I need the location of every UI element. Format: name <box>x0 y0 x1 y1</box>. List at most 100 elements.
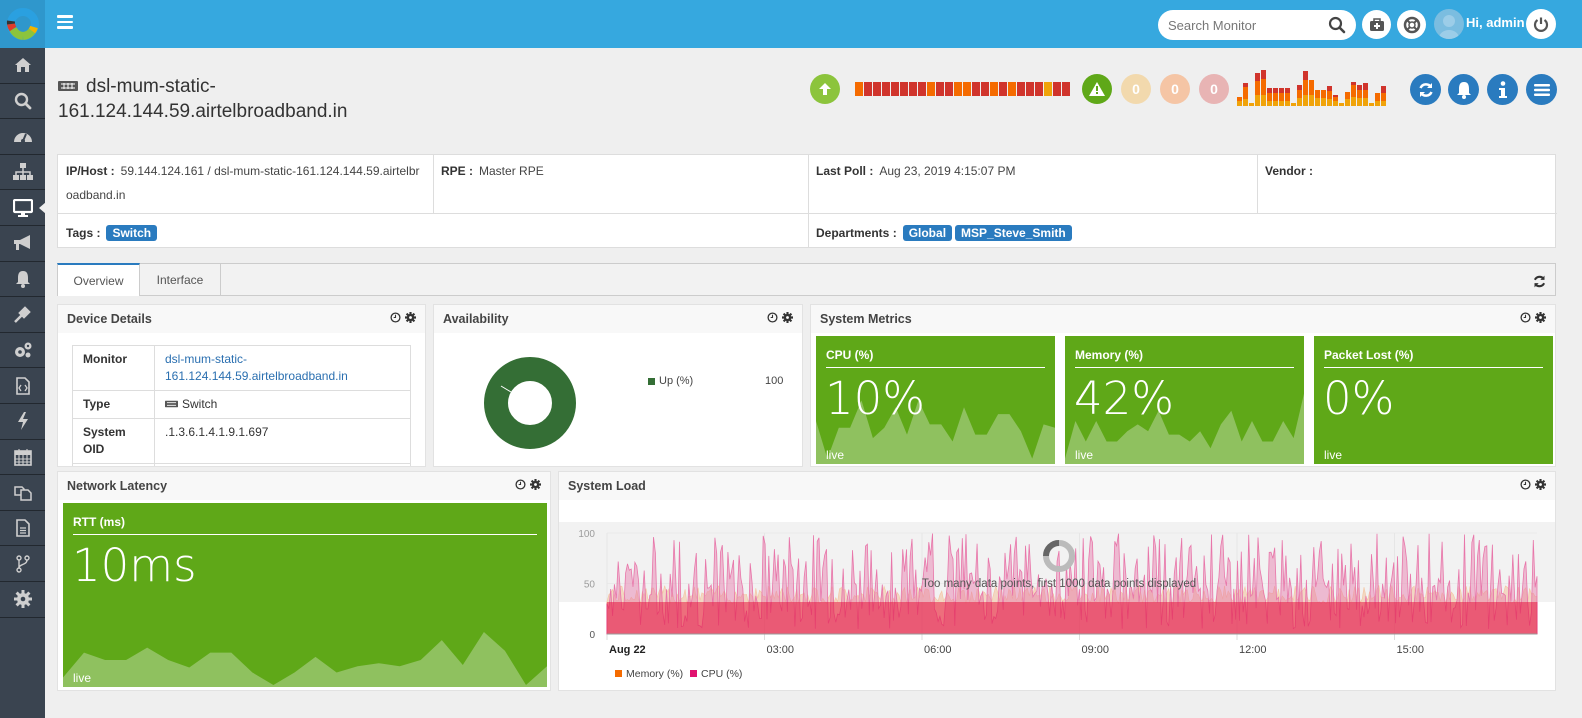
sidebar-item-notifications[interactable] <box>0 262 45 298</box>
alert-history-bar[interactable] <box>1243 82 1248 106</box>
tab-overview[interactable]: Overview <box>57 263 140 296</box>
sidebar-item-search[interactable] <box>0 84 45 120</box>
availability-segment[interactable] <box>900 82 908 96</box>
memory-tile[interactable]: Memory (%) 42% live <box>1065 336 1304 464</box>
alert-history-bar[interactable] <box>1309 79 1314 106</box>
sidebar-item-admin[interactable] <box>0 582 45 618</box>
availability-segment[interactable] <box>918 82 926 96</box>
alert-history-bar[interactable] <box>1237 97 1242 106</box>
gear-icon[interactable] <box>1535 479 1546 493</box>
availability-segment[interactable] <box>873 82 881 96</box>
alert-history-bar[interactable] <box>1261 69 1266 106</box>
refresh-icon[interactable] <box>1532 274 1547 289</box>
availability-segment[interactable] <box>1017 82 1025 96</box>
first-aid-kit-button[interactable] <box>1362 10 1391 39</box>
availability-segment[interactable] <box>1035 82 1043 96</box>
alert-history-bar[interactable] <box>1297 85 1302 106</box>
tag-badge[interactable]: Switch <box>106 225 158 241</box>
monitor-link[interactable]: dsl-mum-static- 161.124.144.59.airtelbroa… <box>154 345 411 391</box>
user-greeting[interactable]: Hi, admin <box>1466 15 1525 30</box>
availability-segment[interactable] <box>981 82 989 96</box>
hamburger-icon[interactable] <box>57 15 73 31</box>
sidebar-item-schedule[interactable] <box>0 440 45 476</box>
rtt-tile[interactable]: RTT (ms) 10ms live <box>63 503 547 687</box>
availability-segment[interactable] <box>1062 82 1070 96</box>
menu-button[interactable] <box>1526 74 1557 105</box>
sidebar-item-home[interactable] <box>0 48 45 84</box>
availability-segment[interactable] <box>963 82 971 96</box>
clock-icon[interactable] <box>1520 479 1531 493</box>
department-badge[interactable]: Global <box>902 225 953 241</box>
sidebar-item-topology[interactable] <box>0 155 45 191</box>
availability-segment[interactable] <box>990 82 998 96</box>
donut-slice-up[interactable] <box>484 357 576 449</box>
availability-segment[interactable] <box>954 82 962 96</box>
alert-history-bar[interactable] <box>1339 102 1344 106</box>
refresh-button[interactable] <box>1410 74 1441 105</box>
alert-history-bar[interactable] <box>1351 81 1356 106</box>
alert-history-bar[interactable] <box>1369 102 1374 106</box>
alert-history-bar[interactable] <box>1321 89 1326 106</box>
logout-button[interactable] <box>1526 9 1556 39</box>
alert-history-bar[interactable] <box>1333 95 1338 106</box>
sidebar-item-actions[interactable] <box>0 404 45 440</box>
gear-icon[interactable] <box>1535 312 1546 326</box>
sidebar-item-reports[interactable] <box>0 368 45 404</box>
availability-segment[interactable] <box>1053 82 1061 96</box>
gear-icon[interactable] <box>405 312 416 326</box>
sidebar-item-settings[interactable] <box>0 333 45 369</box>
monitor-link-line1[interactable]: dsl-mum-static- <box>165 352 247 366</box>
tab-interface[interactable]: Interface <box>140 263 221 296</box>
packet-loss-tile[interactable]: Packet Lost (%) 0% live <box>1314 336 1553 464</box>
clock-icon[interactable] <box>1520 312 1531 326</box>
legend-item[interactable]: Up (%) <box>648 375 693 387</box>
system-load-chart[interactable]: 050100Aug 22 03:00 06:00 09:00 12:00 15:00Too… <box>559 500 1555 690</box>
availability-segment[interactable] <box>972 82 980 96</box>
alert-history-bar[interactable] <box>1267 88 1272 106</box>
alert-history-bar[interactable] <box>1381 86 1386 106</box>
availability-segment[interactable] <box>945 82 953 96</box>
app-logo[interactable] <box>0 0 45 48</box>
sidebar-item-alerts[interactable] <box>0 226 45 262</box>
sidebar-item-copies[interactable] <box>0 475 45 511</box>
alert-history-bar[interactable] <box>1285 88 1290 106</box>
availability-segment[interactable] <box>1026 82 1034 96</box>
sidebar-item-monitor[interactable] <box>0 190 46 226</box>
availability-segment[interactable] <box>936 82 944 96</box>
legend-label[interactable]: CPU (%) <box>701 668 742 680</box>
availability-segment[interactable] <box>855 82 863 96</box>
alert-history-bar[interactable] <box>1255 73 1260 106</box>
alert-history-bar[interactable] <box>1303 70 1308 106</box>
clock-icon[interactable] <box>390 312 401 326</box>
legend-label[interactable]: Memory (%) <box>626 668 683 680</box>
alert-history-bar[interactable] <box>1315 89 1320 106</box>
alert-history-bar[interactable] <box>1363 82 1368 106</box>
sidebar-item-documents[interactable] <box>0 511 45 547</box>
availability-segment[interactable] <box>927 82 935 96</box>
gear-icon[interactable] <box>782 312 793 326</box>
availability-segment[interactable] <box>1008 82 1016 96</box>
alert-history-bar[interactable] <box>1279 88 1284 106</box>
sidebar-item-dashboard[interactable] <box>0 119 45 155</box>
alert-history-bar[interactable] <box>1375 92 1380 106</box>
alert-history-bar[interactable] <box>1249 102 1254 106</box>
availability-segment[interactable] <box>891 82 899 96</box>
availability-segment[interactable] <box>882 82 890 96</box>
clock-icon[interactable] <box>767 312 778 326</box>
support-button[interactable] <box>1397 10 1426 39</box>
alert-count-critical[interactable]: 0 <box>1199 74 1229 104</box>
department-badge[interactable]: MSP_Steve_Smith <box>955 225 1072 241</box>
alert-history-bar[interactable] <box>1345 91 1350 106</box>
notifications-button[interactable] <box>1448 74 1479 105</box>
alert-history-bar[interactable] <box>1291 102 1296 106</box>
alert-history-bar[interactable] <box>1327 86 1332 106</box>
cpu-tile[interactable]: CPU (%) 10% live <box>816 336 1055 464</box>
sidebar-item-plugins[interactable] <box>0 297 45 333</box>
availability-segment[interactable] <box>909 82 917 96</box>
alert-warning-badge[interactable] <box>1082 74 1112 104</box>
availability-segment[interactable] <box>999 82 1007 96</box>
status-up-badge[interactable] <box>810 74 840 104</box>
alert-count-major[interactable]: 0 <box>1160 74 1190 104</box>
user-avatar[interactable] <box>1434 9 1464 39</box>
search-icon[interactable] <box>1328 16 1346 34</box>
